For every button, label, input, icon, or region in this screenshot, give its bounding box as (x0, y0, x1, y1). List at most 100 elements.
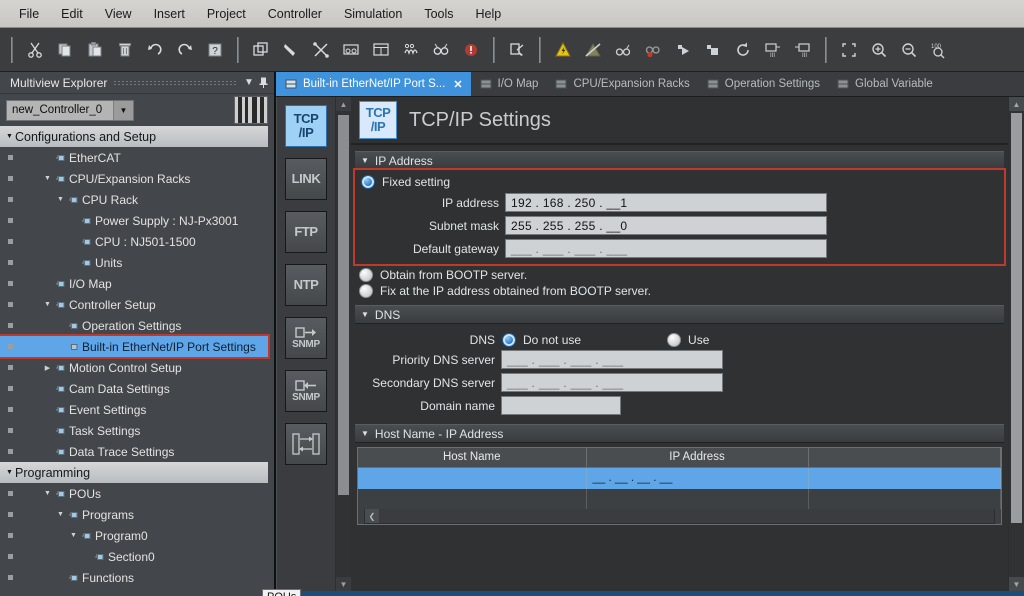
undo-icon[interactable] (140, 35, 170, 65)
menu-item-simulation[interactable]: Simulation (333, 3, 413, 25)
caret-icon[interactable]: ▼ (361, 429, 369, 438)
scroll-up-icon[interactable]: ▲ (1009, 97, 1024, 111)
watch-icon[interactable] (608, 35, 638, 65)
cut-icon[interactable] (20, 35, 50, 65)
simulate-icon[interactable]: III (758, 35, 788, 65)
menu-item-controller[interactable]: Controller (257, 3, 333, 25)
menu-item-tools[interactable]: Tools (413, 3, 464, 25)
build-controller-icon[interactable] (246, 35, 276, 65)
priority-dns-input[interactable]: ___ . ___ . ___ . ___ (501, 350, 723, 369)
cell-empty[interactable] (808, 489, 1001, 509)
help-icon[interactable]: ? (200, 35, 230, 65)
menu-item-file[interactable]: File (8, 3, 50, 25)
table-row[interactable]: __ . __ . __ . __ (358, 467, 1001, 489)
tree-item-task-settings[interactable]: Task Settings (0, 420, 274, 441)
radio-button[interactable] (359, 284, 373, 298)
rebuild-icon[interactable] (276, 35, 306, 65)
radio-fix-bootp[interactable]: Fix at the IP address obtained from BOOT… (351, 283, 1008, 299)
caret-icon[interactable]: ▼ (361, 156, 369, 165)
radio-dns-use[interactable]: Use (667, 333, 709, 347)
tree-item-configurations-and-setup[interactable]: ▼ Configurations and Setup (0, 126, 268, 147)
column-header-ip-address[interactable]: IP Address (586, 448, 809, 468)
default-gateway-input[interactable]: ___ . ___ . ___ . ___ (505, 239, 827, 258)
rail-fins[interactable] (285, 423, 327, 465)
tree-item-operation-settings[interactable]: Operation Settings (0, 315, 274, 336)
scroll-down-icon[interactable]: ▼ (1009, 577, 1024, 591)
tree-item-motion-control-setup[interactable]: ▶ Motion Control Setup (0, 357, 274, 378)
tree-item-programs[interactable]: ▼ Programs (0, 504, 274, 525)
redo-icon[interactable] (170, 35, 200, 65)
caret-icon[interactable]: ▼ (361, 310, 369, 319)
host-name-ip-table[interactable]: Host Name IP Address __ . __ . __ . __ (358, 448, 1001, 509)
transfer-to-controller-icon[interactable] (366, 35, 396, 65)
troubleshooting-icon[interactable] (548, 35, 578, 65)
tree-item-units[interactable]: Units (0, 252, 274, 273)
chevron-down-icon[interactable]: ▼ (55, 196, 66, 203)
rail-ftp[interactable]: FTP (285, 211, 327, 253)
chevron-down-icon[interactable]: ▼ (42, 490, 53, 497)
chevron-right-icon[interactable]: ▶ (42, 364, 53, 372)
rail-ntp[interactable]: NTP (285, 264, 327, 306)
zoom-100-icon[interactable]: 100 (924, 35, 954, 65)
tree-item-functions[interactable]: Functions (0, 567, 274, 588)
menu-item-project[interactable]: Project (196, 3, 257, 25)
close-icon[interactable]: ✕ (453, 78, 462, 91)
cell-extra[interactable] (808, 467, 1001, 489)
menu-item-help[interactable]: Help (465, 3, 513, 25)
chevron-down-icon[interactable]: ▼ (42, 175, 53, 182)
tree-item-cpu-rack[interactable]: ▼ CPU Rack (0, 189, 274, 210)
domain-name-input[interactable] (501, 396, 621, 415)
radio-button[interactable] (667, 333, 682, 347)
radio-dns-do-not-use[interactable]: Do not use (502, 333, 581, 347)
tree-item-event-settings[interactable]: Event Settings (0, 399, 274, 420)
abort-build-icon[interactable] (306, 35, 336, 65)
rail-tcpip[interactable]: TCP/IP (285, 105, 327, 147)
cell-empty[interactable] (586, 489, 809, 509)
rail-scrollbar[interactable]: ▲ ▼ (335, 97, 351, 591)
scroll-left-icon[interactable]: ❮ (365, 509, 379, 523)
tab-i-o-map[interactable]: I/O Map (471, 72, 547, 96)
table-horizontal-scrollbar[interactable]: ❮ (364, 509, 995, 524)
cell-empty[interactable] (358, 489, 587, 509)
rail-snmp-trap[interactable]: SNMP (285, 370, 327, 412)
synchronize-icon[interactable] (502, 35, 532, 65)
online-icon[interactable] (336, 35, 366, 65)
menu-item-insert[interactable]: Insert (143, 3, 196, 25)
rail-scroll-track[interactable] (336, 111, 351, 577)
tree-item-cpu-nj501-1500[interactable]: CPU : NJ501-1500 (0, 231, 274, 252)
tree-item-data-trace-settings[interactable]: Data Trace Settings (0, 441, 274, 462)
tab-global-variable[interactable]: Global Variable (828, 72, 941, 96)
chevron-down-icon[interactable]: ▼ (42, 301, 53, 308)
tab-cpu-expansion-racks[interactable]: CPU/Expansion Racks (546, 72, 697, 96)
subnet-mask-input[interactable]: 255 . 255 . 255 . __0 (505, 216, 827, 235)
radio-button[interactable] (502, 333, 516, 347)
radio-obtain-bootp[interactable]: Obtain from BOOTP server. (351, 267, 1008, 283)
chevron-down-icon[interactable]: ▼ (242, 75, 256, 91)
tree-item-programming[interactable]: ▼ Programming (0, 462, 268, 483)
radio-button[interactable] (359, 268, 373, 282)
paste-icon[interactable] (80, 35, 110, 65)
zoom-in-icon[interactable] (864, 35, 894, 65)
menu-item-view[interactable]: View (94, 3, 143, 25)
scroll-thumb[interactable] (1011, 113, 1022, 523)
watch-error-icon[interactable] (638, 35, 668, 65)
zoom-out-icon[interactable] (894, 35, 924, 65)
cell-ip-address[interactable]: __ . __ . __ . __ (586, 467, 809, 489)
cell-host-name[interactable] (358, 467, 587, 489)
column-header-extra[interactable] (808, 448, 1001, 468)
radio-fixed-setting[interactable]: Fixed setting (355, 174, 1004, 190)
tree-item-section0[interactable]: Section0 (0, 546, 274, 567)
rail-scroll-thumb[interactable] (338, 115, 349, 495)
project-tree[interactable]: ▼ Configurations and Setup EtherCAT ▼ CPU/Ex… (0, 126, 274, 596)
fit-view-icon[interactable] (834, 35, 864, 65)
simulate-step-icon[interactable]: III (788, 35, 818, 65)
table-row-empty[interactable] (358, 489, 1001, 509)
chevron-down-icon[interactable]: ▼ (4, 133, 15, 140)
chevron-down-icon[interactable]: ▼ (4, 469, 15, 476)
tree-item-built-in-ethernet-ip-port-settings[interactable]: Built-in EtherNet/IP Port Settings (0, 334, 270, 359)
tree-item-cam-data-settings[interactable]: Cam Data Settings (0, 378, 274, 399)
rail-scroll-up-icon[interactable]: ▲ (336, 97, 351, 111)
delete-icon[interactable] (110, 35, 140, 65)
section-header-host-name[interactable]: ▼ Host Name - IP Address (355, 424, 1004, 443)
tree-item-controller-setup[interactable]: ▼ Controller Setup (0, 294, 274, 315)
